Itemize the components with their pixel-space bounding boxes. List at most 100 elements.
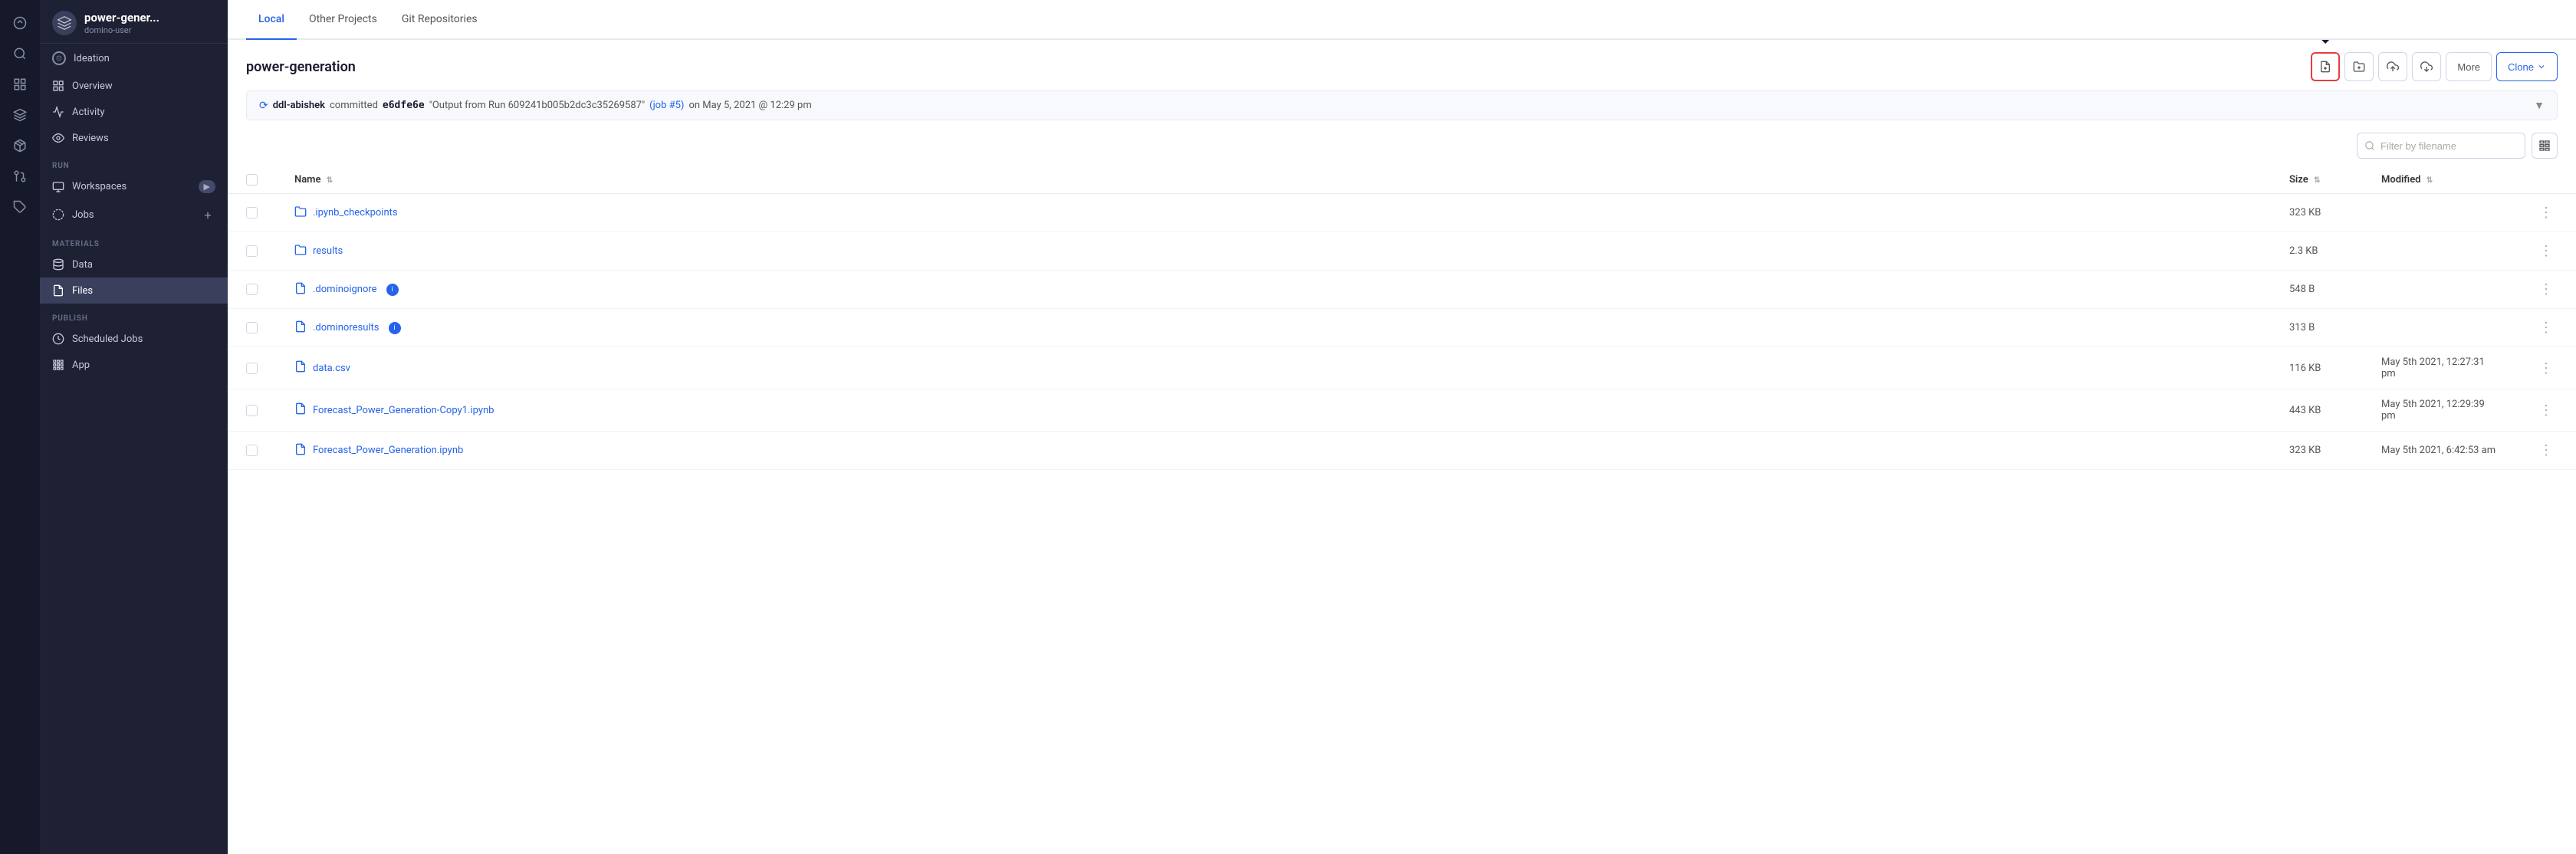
- sidebar-item-overview[interactable]: Overview: [40, 73, 228, 99]
- more-label: More: [2457, 61, 2480, 73]
- row-checkbox[interactable]: [246, 245, 258, 257]
- file-name: Forecast_Power_Generation.ipynb: [313, 445, 463, 456]
- row-checkbox[interactable]: [246, 322, 258, 333]
- size-sort-icon[interactable]: ⇅: [2314, 176, 2320, 185]
- table-row: .dominoignorei 548 B ⋮: [228, 271, 2576, 309]
- sidebar-item-jobs[interactable]: Jobs +: [40, 200, 228, 229]
- sidebar-item-scheduled-jobs[interactable]: Scheduled Jobs: [40, 326, 228, 352]
- row-checkbox[interactable]: [246, 207, 258, 218]
- row-size-cell: 2.3 KB: [2271, 232, 2363, 271]
- file-badge[interactable]: i: [389, 322, 401, 334]
- file-icon: [294, 402, 307, 418]
- sidebar-item-reviews[interactable]: Reviews: [40, 125, 228, 151]
- more-button[interactable]: More: [2446, 52, 2492, 81]
- sidebar-item-app[interactable]: App: [40, 352, 228, 378]
- monitor-icon: [52, 181, 64, 193]
- row-modified-cell: [2363, 309, 2516, 347]
- file-name: data.csv: [313, 363, 350, 374]
- section-publish-label: PUBLISH: [40, 304, 228, 326]
- commit-user: ddl-abishek: [273, 100, 325, 111]
- top-nav: Local Other Projects Git Repositories: [228, 0, 2576, 40]
- sidebar-item-overview-label: Overview: [72, 80, 113, 92]
- commit-date: on May 5, 2021 @ 12:29 pm: [688, 100, 811, 111]
- grid-icon[interactable]: [6, 71, 34, 98]
- home-icon[interactable]: [6, 9, 34, 37]
- folder-icon: [294, 244, 307, 256]
- file-link[interactable]: Forecast_Power_Generation.ipynb: [294, 443, 2252, 458]
- name-sort-icon[interactable]: ⇅: [327, 176, 333, 185]
- file-icon: [294, 443, 307, 458]
- tab-local[interactable]: Local: [246, 0, 297, 40]
- file-more-button[interactable]: ⋮: [2535, 359, 2558, 378]
- new-file-button[interactable]: [2311, 52, 2340, 81]
- file-link[interactable]: .ipynb_checkpoints: [294, 205, 2252, 221]
- row-actions-cell: ⋮: [2516, 271, 2576, 309]
- search-icon: [2364, 140, 2375, 151]
- clone-button[interactable]: Clone: [2496, 52, 2558, 81]
- sidebar-ideation[interactable]: ⊙ Ideation: [40, 44, 228, 73]
- new-file-tooltip-container: New File: [2311, 52, 2340, 81]
- upload-button[interactable]: [2378, 52, 2407, 81]
- row-actions-cell: ⋮: [2516, 389, 2576, 432]
- table-row: results 2.3 KB ⋮: [228, 232, 2576, 271]
- package-icon[interactable]: [6, 132, 34, 159]
- row-name-cell: Forecast_Power_Generation.ipynb: [276, 432, 2271, 470]
- tab-git-repositories[interactable]: Git Repositories: [389, 0, 490, 40]
- file-more-button[interactable]: ⋮: [2535, 318, 2558, 337]
- name-col-header[interactable]: Name ⇅: [276, 166, 2271, 194]
- modified-sort-icon[interactable]: ⇅: [2426, 176, 2433, 185]
- row-checkbox-cell: [228, 309, 276, 347]
- filter-input[interactable]: [2357, 133, 2525, 159]
- new-folder-button[interactable]: [2344, 52, 2374, 81]
- file-badge[interactable]: i: [386, 284, 399, 296]
- modified-col-header[interactable]: Modified ⇅: [2363, 166, 2516, 194]
- row-checkbox[interactable]: [246, 445, 258, 456]
- file-more-button[interactable]: ⋮: [2535, 203, 2558, 222]
- user-name: domino-user: [84, 25, 159, 35]
- row-name-cell: data.csv: [276, 347, 2271, 389]
- layers-icon[interactable]: [6, 101, 34, 129]
- sidebar-item-jobs-label: Jobs: [72, 209, 94, 221]
- file-icon: [294, 320, 307, 333]
- file-link[interactable]: .dominoresults i: [294, 320, 2252, 336]
- sidebar-item-files[interactable]: Files: [40, 278, 228, 304]
- tag-icon[interactable]: [6, 193, 34, 221]
- file-more-button[interactable]: ⋮: [2535, 441, 2558, 460]
- select-all-checkbox[interactable]: [246, 174, 258, 186]
- row-checkbox[interactable]: [246, 363, 258, 374]
- row-actions-cell: ⋮: [2516, 347, 2576, 389]
- commit-info: ⟳ ddl-abishek committed e6dfe6e "Output …: [259, 100, 812, 112]
- repo-header: power-generation New File: [228, 40, 2576, 90]
- file-icon: [294, 443, 307, 455]
- sidebar-item-workspaces-label: Workspaces: [72, 181, 127, 192]
- view-toggle-button[interactable]: [2532, 133, 2558, 159]
- expand-commit-icon[interactable]: ▼: [2534, 99, 2545, 112]
- file-link[interactable]: Forecast_Power_Generation-Copy1.ipynb: [294, 402, 2252, 418]
- size-col-header[interactable]: Size ⇅: [2271, 166, 2363, 194]
- section-materials-label: MATERIALS: [40, 229, 228, 251]
- sidebar-item-data[interactable]: Data: [40, 251, 228, 278]
- file-link[interactable]: results: [294, 244, 2252, 259]
- file-name: .dominoresults: [313, 322, 380, 333]
- git-icon[interactable]: [6, 163, 34, 190]
- row-modified-cell: [2363, 232, 2516, 271]
- file-icon: [294, 282, 307, 294]
- file-link[interactable]: .dominoignorei: [294, 282, 2252, 297]
- row-actions-cell: ⋮: [2516, 309, 2576, 347]
- file-icon: [294, 282, 307, 297]
- sidebar: power-gener... domino-user ⊙ Ideation Ov…: [40, 0, 228, 854]
- row-checkbox[interactable]: [246, 405, 258, 416]
- file-more-button[interactable]: ⋮: [2535, 401, 2558, 420]
- row-checkbox[interactable]: [246, 284, 258, 295]
- tab-other-projects[interactable]: Other Projects: [297, 0, 389, 40]
- file-more-button[interactable]: ⋮: [2535, 241, 2558, 261]
- jobs-badge-plus[interactable]: +: [200, 207, 215, 222]
- file-link[interactable]: data.csv: [294, 360, 2252, 376]
- sidebar-item-workspaces[interactable]: Workspaces ▶: [40, 173, 228, 200]
- file-more-button[interactable]: ⋮: [2535, 280, 2558, 299]
- search-icon[interactable]: [6, 40, 34, 67]
- download-button[interactable]: [2412, 52, 2441, 81]
- commit-job[interactable]: (job #5): [649, 100, 684, 111]
- row-name-cell: Forecast_Power_Generation-Copy1.ipynb: [276, 389, 2271, 432]
- sidebar-item-activity[interactable]: Activity: [40, 99, 228, 125]
